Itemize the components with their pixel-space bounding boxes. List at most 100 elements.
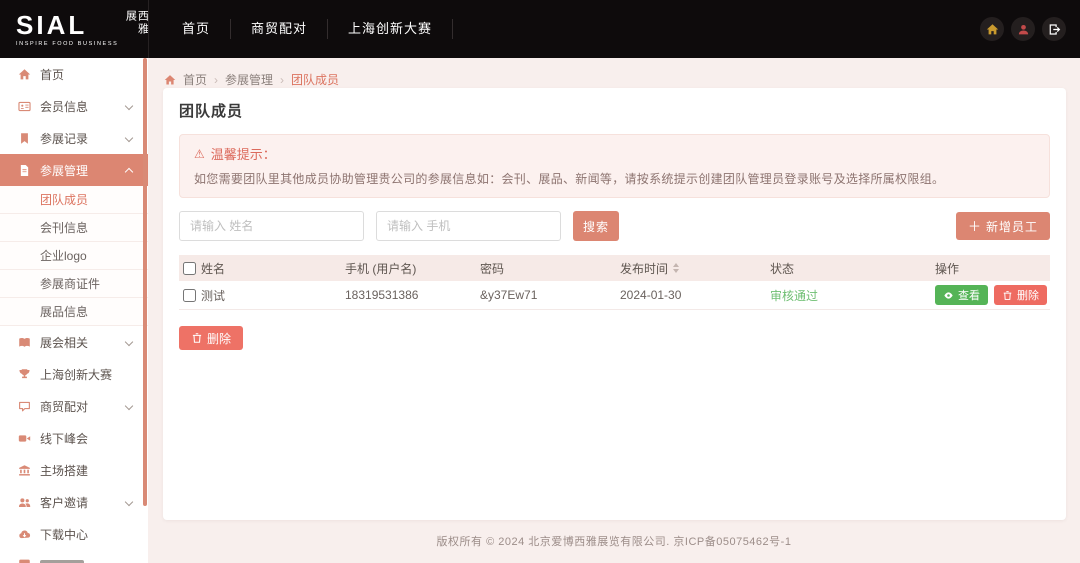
member-card-icon — [18, 100, 31, 113]
col-header-password: 密码 — [480, 260, 620, 277]
select-all-checkbox[interactable] — [183, 262, 196, 275]
cloud-download-icon — [18, 528, 31, 541]
submenu-item-exhibit-info[interactable]: 展品信息 — [0, 298, 148, 326]
col-header-name: 姓名 — [201, 260, 345, 277]
sidebar-item-label: 参展记录 — [40, 130, 88, 147]
bulk-delete-label: 删除 — [207, 330, 231, 347]
sidebar-item-label: 会员信息 — [40, 98, 88, 115]
brand-tagline: INSPIRE FOOD BUSINESS — [16, 41, 118, 47]
sidebar: 首页 会员信息 参展记录 参展管理 团队成员 会刊信息 企业 — [0, 58, 148, 563]
toolbar: 搜索 ＋ 新增员工 — [179, 211, 1050, 241]
brand-logo[interactable]: SIAL INSPIRE FOOD BUSINESS 西雅展 — [0, 9, 152, 49]
sidebar-item-label: 参展管理 — [40, 162, 88, 179]
sidebar-item-label: 线下峰会 — [40, 430, 88, 447]
sidebar-item-label: 商贸配对 — [40, 398, 88, 415]
chevron-down-icon — [125, 134, 133, 142]
chevron-down-icon — [125, 402, 133, 410]
sidebar-item-exhibition-records[interactable]: 参展记录 — [0, 122, 148, 154]
cell-password: &y37Ew71 — [480, 288, 620, 302]
add-employee-label: 新增员工 — [986, 218, 1038, 235]
chevron-up-icon — [125, 168, 133, 176]
sidebar-item-home[interactable]: 首页 — [0, 58, 148, 90]
bank-icon — [18, 464, 31, 477]
submenu-item-catalogue-info[interactable]: 会刊信息 — [0, 214, 148, 242]
breadcrumb-separator: › — [214, 73, 218, 87]
delete-row-label: 删除 — [1017, 287, 1039, 303]
footer-copyright: 版权所有 © 2024 北京爱博西雅展览有限公司. 京ICP备05075462号… — [148, 533, 1080, 549]
sidebar-item-label: 上海创新大赛 — [40, 366, 112, 383]
table-row: 测试 18319531386 &y37Ew71 2024-01-30 审核通过 … — [179, 281, 1050, 310]
sort-icon[interactable] — [673, 263, 679, 273]
breadcrumb-home[interactable]: 首页 — [183, 71, 207, 88]
topbar: SIAL INSPIRE FOOD BUSINESS 西雅展 首页 商贸配对 上… — [0, 0, 1080, 58]
home-icon — [18, 68, 31, 81]
sidebar-item-exhibition-management[interactable]: 参展管理 — [0, 154, 148, 186]
notice-title: 温馨提示： — [211, 144, 276, 163]
sidebar-scrollbar[interactable] — [143, 58, 147, 506]
delete-row-button[interactable]: 删除 — [994, 285, 1047, 305]
trash-icon — [191, 332, 203, 344]
main-content: 首页 › 参展管理 › 团队成员 团队成员 ⚠ 温馨提示： 如您需要团队里其他成… — [148, 58, 1080, 563]
submenu-item-company-logo[interactable]: 企业logo — [0, 242, 148, 270]
col-header-phone: 手机 (用户名) — [345, 260, 480, 277]
chevron-down-icon — [125, 102, 133, 110]
bookmark-icon — [18, 132, 31, 145]
bulk-delete-button[interactable]: 删除 — [179, 326, 243, 350]
sidebar-item-innovation-contest[interactable]: 上海创新大赛 — [0, 358, 148, 390]
sidebar-item-label: 下载中心 — [40, 526, 88, 543]
add-employee-button[interactable]: ＋ 新增员工 — [956, 212, 1050, 240]
search-button[interactable]: 搜索 — [573, 211, 619, 241]
top-nav: 首页 商贸配对 上海创新大赛 — [162, 0, 453, 58]
cell-date: 2024-01-30 — [620, 288, 770, 302]
name-search-input[interactable] — [179, 211, 364, 241]
submenu-item-team-members[interactable]: 团队成员 — [0, 186, 148, 214]
page-title: 团队成员 — [179, 88, 1050, 121]
topnav-home[interactable]: 首页 — [162, 19, 230, 39]
content-card: 团队成员 ⚠ 温馨提示： 如您需要团队里其他成员协助管理贵公司的参展信息如：会刊… — [163, 88, 1066, 520]
phone-search-input[interactable] — [376, 211, 561, 241]
cell-name: 测试 — [201, 287, 345, 304]
topnav-trade-matching[interactable]: 商贸配对 — [230, 19, 327, 39]
col-header-status: 状态 — [770, 260, 935, 277]
sidebar-item-venue-construction[interactable]: 主场搭建 — [0, 454, 148, 486]
sidebar-item-exhibition-related[interactable]: 展会相关 — [0, 326, 148, 358]
exhibition-management-submenu: 团队成员 会刊信息 企业logo 参展商证件 展品信息 — [0, 186, 148, 326]
sidebar-item-customer-invitation[interactable]: 客户邀请 — [0, 486, 148, 518]
notice-body: 如您需要团队里其他成员协助管理贵公司的参展信息如：会刊、展品、新闻等，请按系统提… — [194, 170, 1035, 187]
row-checkbox[interactable] — [183, 289, 196, 302]
sidebar-item-label: 主场搭建 — [40, 462, 88, 479]
users-icon — [18, 496, 31, 509]
breadcrumb: 首页 › 参展管理 › 团队成员 — [148, 58, 1080, 88]
topnav-innovation-contest[interactable]: 上海创新大赛 — [327, 19, 452, 39]
breadcrumb-separator: › — [280, 73, 284, 87]
brand-name: SIAL — [16, 12, 118, 38]
view-label: 查看 — [958, 287, 980, 303]
table-header-row: 姓名 手机 (用户名) 密码 发布时间 状态 操作 — [179, 255, 1050, 281]
row-actions: 查看 删除 — [935, 285, 1050, 305]
col-header-publish-time: 发布时间 — [620, 260, 668, 277]
status-badge: 审核通过 — [770, 287, 935, 304]
view-button[interactable]: 查看 — [935, 285, 988, 305]
unknown-icon — [18, 558, 31, 563]
sidebar-item-download-center[interactable]: 下载中心 — [0, 518, 148, 550]
sidebar-item-trade-matching[interactable]: 商贸配对 — [0, 390, 148, 422]
sidebar-item-label: 首页 — [40, 66, 64, 83]
breadcrumb-exhibition-management[interactable]: 参展管理 — [225, 71, 273, 88]
chevron-down-icon — [125, 498, 133, 506]
plus-icon: ＋ — [968, 220, 982, 233]
eye-icon — [943, 290, 954, 301]
brand-cjk: 西雅展 — [124, 10, 148, 48]
sidebar-item-member-info[interactable]: 会员信息 — [0, 90, 148, 122]
chevron-down-icon — [125, 338, 133, 346]
sidebar-item-offline-summit[interactable]: 线下峰会 — [0, 422, 148, 454]
trophy-icon — [18, 368, 31, 381]
logout-icon[interactable] — [1042, 17, 1066, 41]
chat-icon — [18, 400, 31, 413]
sidebar-item-partial[interactable] — [0, 556, 148, 563]
home-icon — [164, 74, 176, 86]
user-icon[interactable] — [1011, 17, 1035, 41]
submenu-item-exhibitor-badge[interactable]: 参展商证件 — [0, 270, 148, 298]
warning-icon: ⚠ — [194, 148, 205, 160]
home-icon[interactable] — [980, 17, 1004, 41]
topbar-divider — [148, 0, 149, 58]
